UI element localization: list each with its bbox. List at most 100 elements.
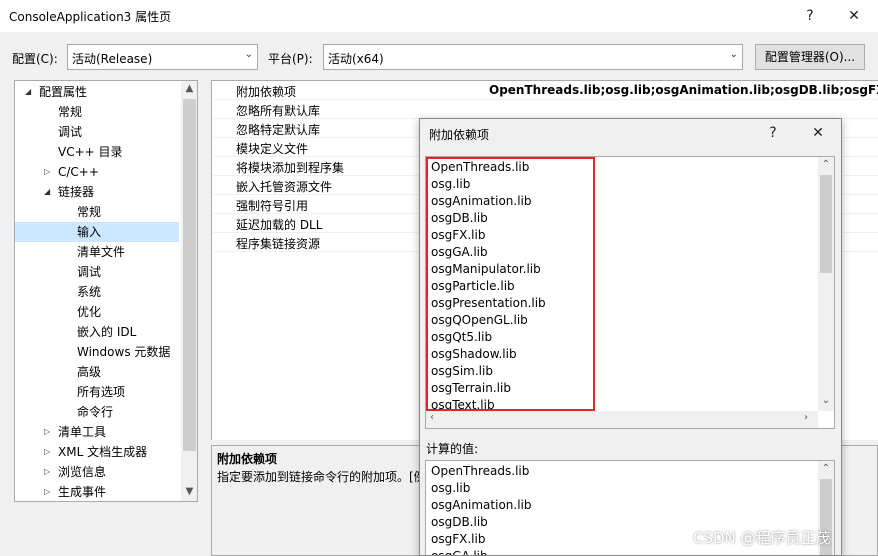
tree-item-label: 系统 [77,285,102,299]
tree-item[interactable]: Windows 元数据 [15,342,179,362]
property-name: 附加依赖项 [236,85,297,99]
scroll-right-icon[interactable]: › [804,412,808,423]
tree-item-label: VC++ 目录 [58,145,123,159]
tree-item[interactable]: ◢ 配置属性 [15,82,179,102]
tree-item[interactable]: ▷ C/C++ [15,162,179,182]
tree-item[interactable]: 调试 [15,262,179,282]
collapsed-icon[interactable]: ▷ [44,162,50,182]
tree-item-label: 链接器 [58,185,95,199]
collapsed-icon[interactable]: ▷ [44,482,50,501]
tree-item[interactable]: ▷ XML 文档生成器 [15,442,179,462]
tree-item[interactable]: 系统 [15,282,179,302]
dependencies-edit-box[interactable]: OpenThreads.lib osg.lib osgAnimation.lib os… [425,156,835,429]
computed-line: osgFX.lib [431,532,486,546]
grid-row[interactable]: 附加依赖项 OpenThreads.lib;osg.lib;osgAnimatio… [212,81,878,100]
tree-item-label: 优化 [77,305,102,319]
additional-dependencies-dialog: 附加依赖项 ? ✕ OpenThreads.lib osg.lib osgAnima… [419,118,842,556]
computed-line: OpenThreads.lib [431,464,530,478]
tree-item-label: 生成事件 [58,485,107,499]
tree-item-label: 高级 [77,365,102,379]
config-label: 配置(C): [12,52,58,66]
tree-item[interactable]: 所有选项 [15,382,179,402]
tree-item[interactable]: ◢ 链接器 [15,182,179,202]
property-value: OpenThreads.lib;osg.lib;osgAnimation.lib… [489,83,878,97]
scroll-thumb[interactable] [183,99,196,451]
platform-label: 平台(P): [268,52,313,66]
collapsed-icon[interactable]: ▷ [44,422,50,442]
property-name: 程序集链接资源 [236,237,321,251]
tree-item-label: 清单工具 [58,425,107,439]
property-name: 延迟加载的 DLL [236,218,323,232]
tree-item[interactable]: 嵌入的 IDL [15,322,179,342]
scroll-left-icon[interactable]: ‹ [430,412,434,423]
close-button[interactable]: ✕ [844,6,864,26]
platform-value: 活动(x64) [328,52,384,66]
scroll-up-icon[interactable]: ⌃ [818,461,834,477]
tree-item-label: 嵌入的 IDL [77,325,137,339]
tree-item[interactable]: 常规 [15,202,179,222]
config-dropdown[interactable]: 活动(Release) ⌄ [67,44,258,70]
grid-row[interactable]: 忽略所有默认库 [212,100,878,119]
tree-item-label: 浏览信息 [58,465,107,479]
computed-value-label: 计算的值: [426,442,479,456]
computed-line: osg.lib [431,481,471,495]
window-title: ConsoleApplication3 属性页 [9,10,172,24]
collapsed-icon[interactable]: ▷ [44,442,50,462]
chevron-down-icon: ⌄ [729,49,738,60]
scroll-down-icon[interactable]: ⌄ [818,393,834,409]
tree-item[interactable]: 清单文件 [15,242,179,262]
tree-item-label: Windows 元数据 [77,345,171,359]
tree-item-label: 常规 [77,205,102,219]
config-value: 活动(Release) [72,52,153,66]
tree-item-label: 输入 [77,225,102,239]
property-name: 模块定义文件 [236,142,309,156]
scroll-down-icon[interactable]: ▼ [181,484,197,500]
title-bar: ConsoleApplication3 属性页 ? ✕ [0,0,878,32]
scroll-thumb[interactable] [820,175,832,273]
tree-item[interactable]: 命令行 [15,402,179,422]
help-button[interactable]: ? [800,6,820,26]
chevron-down-icon: ⌄ [244,49,253,60]
tree-item-label: 常规 [58,105,83,119]
tree-item[interactable]: ▷ 生成事件 [15,482,179,501]
computed-line: osgAnimation.lib [431,498,532,512]
edit-hscrollbar[interactable]: ‹ › [426,411,818,428]
tree-item[interactable]: 高级 [15,362,179,382]
tree-item[interactable]: ▷ 浏览信息 [15,462,179,482]
platform-dropdown[interactable]: 活动(x64) ⌄ [323,44,743,70]
expanded-icon[interactable]: ◢ [25,82,31,102]
watermark: CSDN @程序员正茂 [693,529,831,547]
tree-item[interactable]: ▷ 清单工具 [15,422,179,442]
scroll-up-icon[interactable]: ▲ [181,81,197,97]
description-title: 附加依赖项 [217,452,278,466]
tree-item-label: 清单文件 [77,245,126,259]
expanded-icon[interactable]: ◢ [44,182,50,202]
tree-item[interactable]: 优化 [15,302,179,322]
tree-item-label: C/C++ [58,165,99,179]
dialog-help-button[interactable]: ? [762,122,784,144]
edit-vscrollbar[interactable]: ⌃ ⌄ [818,157,834,411]
computed-line: osgDB.lib [431,515,488,529]
highlight-box [426,157,595,411]
tree-item-label: XML 文档生成器 [58,445,148,459]
property-name: 忽略特定默认库 [236,123,321,137]
property-name: 忽略所有默认库 [236,104,321,118]
config-manager-button[interactable]: 配置管理器(O)... [755,44,865,70]
tree-item-label: 调试 [58,125,83,139]
tree-item-label: 配置属性 [39,85,88,99]
property-tree[interactable]: ◢ 配置属性 常规 调试 VC++ 目录 ▷ C/C++ ◢ 链接器 常规 输入 清单文件 调试 系统 优化… [14,80,198,502]
dialog-close-button[interactable]: ✕ [807,122,829,144]
tree-item[interactable]: 输入 [15,222,179,242]
tree-item-label: 命令行 [77,405,114,419]
description-text: 指定要添加到链接命令行的附加项。[例 [217,470,426,484]
computed-line: osgGA.lib [431,549,488,556]
scroll-up-icon[interactable]: ⌃ [818,157,834,173]
tree-item[interactable]: 调试 [15,122,179,142]
collapsed-icon[interactable]: ▷ [44,462,50,482]
tree-item[interactable]: 常规 [15,102,179,122]
tree-item[interactable]: VC++ 目录 [15,142,179,162]
dialog-title: 附加依赖项 [429,128,490,142]
property-name: 强制符号引用 [236,199,309,213]
tree-item-label: 调试 [77,265,102,279]
tree-scrollbar[interactable]: ▲ ▼ [181,81,197,501]
